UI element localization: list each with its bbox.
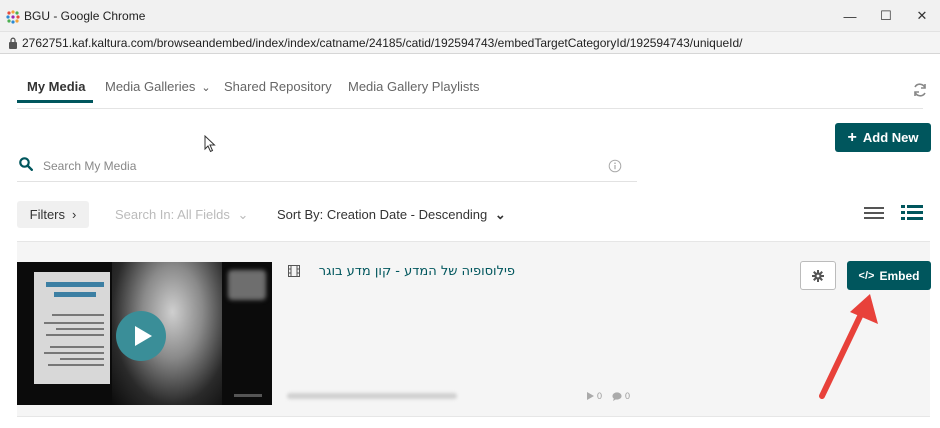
media-entry-row: פילוסופיה של המדע - קון מדע בוגר 0 0 </>: [17, 241, 931, 417]
filters-button[interactable]: Filters ›: [17, 201, 89, 228]
info-icon[interactable]: [608, 159, 622, 173]
plus-icon: +: [847, 128, 857, 146]
lock-icon: [9, 37, 17, 49]
tab-media-gallery-playlists[interactable]: Media Gallery Playlists: [348, 79, 480, 94]
tab-shared-repository[interactable]: Shared Repository: [224, 79, 332, 94]
search-in-label: Search In: All Fields: [115, 207, 230, 222]
entry-title[interactable]: פילוסופיה של המדע - קון מדע בוגר: [287, 264, 515, 284]
film-icon: [288, 265, 300, 277]
minimize-button[interactable]: —: [832, 0, 868, 32]
entry-meta: [287, 393, 457, 399]
code-icon: </>: [858, 269, 875, 282]
thumbnail-caption: [234, 394, 262, 397]
close-button[interactable]: ✕: [904, 0, 940, 32]
chevron-down-icon: ⌄: [494, 207, 506, 222]
sort-dropdown[interactable]: Sort By: Creation Date - Descending ⌄: [277, 207, 506, 223]
comments-icon: [612, 391, 622, 401]
entry-thumbnail[interactable]: [17, 262, 272, 405]
chevron-right-icon: ›: [72, 207, 77, 222]
app-icon: [6, 10, 20, 24]
nav-divider: [17, 108, 923, 109]
add-new-button[interactable]: + Add New: [835, 123, 931, 152]
search-in-dropdown[interactable]: Search In: All Fields ⌄: [115, 207, 248, 223]
gear-icon: [812, 269, 824, 282]
entry-settings-button[interactable]: [800, 261, 836, 290]
tab-media-galleries[interactable]: Media Galleries ⌄: [105, 79, 211, 94]
tab-media-galleries-label: Media Galleries: [105, 79, 196, 94]
window-controls: — ☐ ✕: [832, 0, 940, 32]
window-title: BGU - Google Chrome: [24, 9, 146, 23]
thumbnail-slide: [34, 272, 110, 384]
embed-label: Embed: [879, 268, 920, 283]
search-icon: [19, 157, 33, 171]
search-input[interactable]: [43, 156, 603, 176]
chevron-down-icon: ⌄: [201, 82, 211, 94]
plays-icon: [587, 392, 594, 400]
app-root: BGU - Google Chrome — ☐ ✕ 2762751.kaf.ka…: [0, 0, 940, 428]
list-view-icon[interactable]: [864, 205, 884, 221]
active-tab-indicator: [17, 100, 93, 103]
maximize-button[interactable]: ☐: [868, 0, 904, 32]
embed-button[interactable]: </> Embed: [847, 261, 931, 290]
url-text[interactable]: 2762751.kaf.kaltura.com/browseandembed/i…: [22, 36, 743, 50]
entry-stats: 0 0: [587, 391, 640, 401]
play-icon: [135, 326, 152, 346]
thumbnail-webcam: [228, 270, 266, 300]
add-new-label: Add New: [862, 130, 919, 145]
detail-view-icon[interactable]: [901, 204, 923, 221]
refresh-icon[interactable]: [912, 82, 928, 98]
search-bar: [17, 152, 637, 182]
window-titlebar: BGU - Google Chrome — ☐ ✕: [0, 0, 940, 32]
chevron-down-icon: ⌄: [237, 207, 249, 222]
filters-label: Filters: [29, 207, 66, 222]
play-button[interactable]: [116, 311, 166, 361]
tab-my-media[interactable]: My Media: [27, 79, 86, 94]
annotation-arrow: [819, 294, 878, 399]
address-bar[interactable]: 2762751.kaf.kaltura.com/browseandembed/i…: [0, 32, 940, 54]
comments-count: 0: [625, 391, 631, 401]
mouse-cursor-icon: [204, 135, 216, 153]
sort-label: Sort By: Creation Date - Descending: [277, 207, 488, 222]
plays-count: 0: [597, 391, 603, 401]
media-nav: My Media Media Galleries ⌄ Shared Reposit…: [0, 54, 940, 114]
